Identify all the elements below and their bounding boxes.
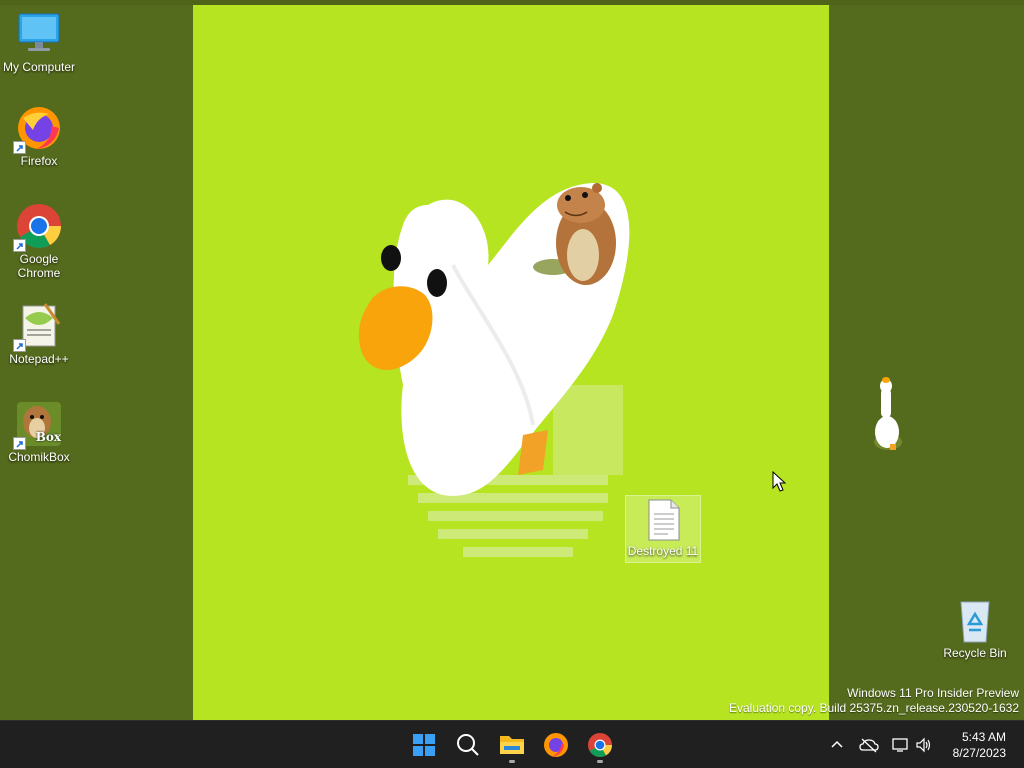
- chrome-icon: [588, 733, 612, 758]
- search-icon: [457, 734, 479, 756]
- desktop-goose-sprite[interactable]: [868, 372, 908, 452]
- desktop[interactable]: My Computer Firefox Google Chrome Notepa…: [0, 0, 1024, 720]
- wallpaper: [193, 5, 829, 720]
- clock-date: 8/27/2023: [952, 746, 1006, 760]
- onedrive-offline-icon[interactable]: [859, 737, 879, 753]
- desktop-icon-destroyed-11[interactable]: Destroyed 11: [625, 498, 701, 558]
- taskbar: 5:43 AM 8/27/2023: [0, 720, 1024, 768]
- taskbar-firefox[interactable]: [538, 727, 574, 763]
- clock-time: 5:43 AM: [961, 730, 1006, 744]
- desktop-icon-label: ChomikBox: [8, 450, 70, 464]
- goose-artwork: [358, 183, 630, 557]
- mouse-cursor-icon: [772, 471, 786, 492]
- firefox-icon: [544, 733, 568, 757]
- desktop-icon-my-computer[interactable]: My Computer: [1, 10, 77, 74]
- shortcut-arrow-icon: [13, 141, 26, 154]
- desktop-icon-label: Destroyed 11: [627, 544, 699, 558]
- desktop-icon-chomikbox[interactable]: Box ChomikBox: [1, 400, 77, 464]
- chrome-icon: [13, 202, 63, 252]
- show-hidden-icons-chevron-up-icon[interactable]: [829, 737, 845, 753]
- taskbar-chrome[interactable]: [582, 727, 618, 763]
- start-icon: [413, 734, 435, 756]
- desktop-icon-label: Google Chrome: [17, 252, 61, 280]
- desktop-icon-label: My Computer: [2, 60, 76, 74]
- shortcut-arrow-icon: [13, 239, 26, 252]
- taskbar-clock[interactable]: 5:43 AM 8/27/2023: [953, 729, 1006, 761]
- search-button[interactable]: [450, 727, 486, 763]
- file-explorer-icon: [500, 736, 524, 754]
- volume-icon[interactable]: [915, 737, 933, 753]
- chomikbox-icon: Box: [13, 400, 63, 450]
- watermark-line-1: Windows 11 Pro Insider Preview: [847, 686, 1019, 700]
- shortcut-arrow-icon: [13, 339, 26, 352]
- watermark-line-2: Evaluation copy. Build 25375.zn_release.…: [729, 701, 1019, 715]
- desktop-icon-firefox[interactable]: Firefox: [1, 104, 77, 168]
- network-icon[interactable]: [891, 737, 909, 753]
- evaluation-watermark: Windows 11 Pro Insider Preview Evaluatio…: [729, 686, 1019, 716]
- taskbar-file-explorer[interactable]: [494, 727, 530, 763]
- recycle-bin-icon: [951, 596, 999, 644]
- chomikbox-badge: Box: [35, 430, 61, 444]
- firefox-icon: [13, 104, 63, 154]
- notepad-plus-plus-icon: [13, 302, 63, 352]
- desktop-icon-recycle-bin[interactable]: Recycle Bin: [937, 596, 1013, 660]
- start-button[interactable]: [406, 727, 442, 763]
- shortcut-arrow-icon: [13, 437, 26, 450]
- monitor-icon: [15, 10, 63, 58]
- desktop-icon-google-chrome[interactable]: Google Chrome: [1, 202, 77, 280]
- running-indicator: [597, 760, 603, 763]
- desktop-icon-notepad-plus-plus[interactable]: Notepad++: [1, 302, 77, 366]
- running-indicator: [509, 760, 515, 763]
- document-icon: [643, 498, 683, 542]
- desktop-icon-label: Firefox: [20, 154, 58, 168]
- desktop-icon-label: Recycle Bin: [943, 646, 1007, 660]
- desktop-icon-label: Notepad++: [9, 352, 69, 366]
